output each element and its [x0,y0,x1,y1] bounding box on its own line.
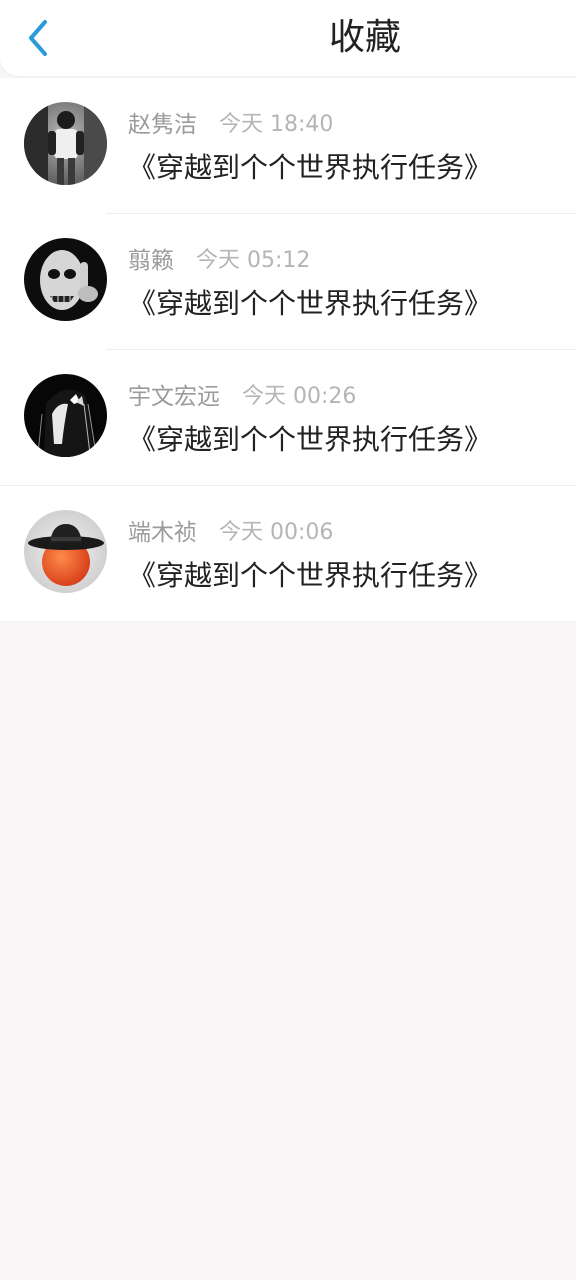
item-title: 《穿越到个个世界执行任务》 [128,559,493,592]
item-title: 《穿越到个个世界执行任务》 [128,151,493,184]
list-item[interactable]: 端木祯 今天 00:06 《穿越到个个世界执行任务》 [0,486,576,622]
timestamp: 今天 05:12 [196,248,311,273]
avatar[interactable] [24,374,107,457]
item-title: 《穿越到个个世界执行任务》 [128,287,493,320]
list-item[interactable]: 翦籁 今天 05:12 《穿越到个个世界执行任务》 [0,214,576,350]
item-title: 《穿越到个个世界执行任务》 [128,423,493,456]
timestamp: 今天 00:06 [219,520,334,545]
divider [0,621,576,622]
page-title: 收藏 [328,17,401,58]
avatar[interactable] [24,238,107,321]
list-item[interactable]: 宇文宏远 今天 00:26 《穿越到个个世界执行任务》 [0,350,576,486]
author-name: 翦籁 [128,248,174,274]
favorites-list: 赵隽洁 今天 18:40 《穿越到个个世界执行任务》 翦籁 今天 05:12 《… [0,78,576,622]
list-item[interactable]: 赵隽洁 今天 18:40 《穿越到个个世界执行任务》 [0,78,576,214]
author-name: 端木祯 [128,520,197,546]
timestamp: 今天 18:40 [219,112,334,137]
author-name: 宇文宏远 [128,384,220,410]
timestamp: 今天 00:26 [242,384,357,409]
author-name: 赵隽洁 [128,112,197,138]
avatar[interactable] [24,102,107,185]
top-bar: 收藏 [0,0,576,76]
avatar[interactable] [24,510,107,593]
